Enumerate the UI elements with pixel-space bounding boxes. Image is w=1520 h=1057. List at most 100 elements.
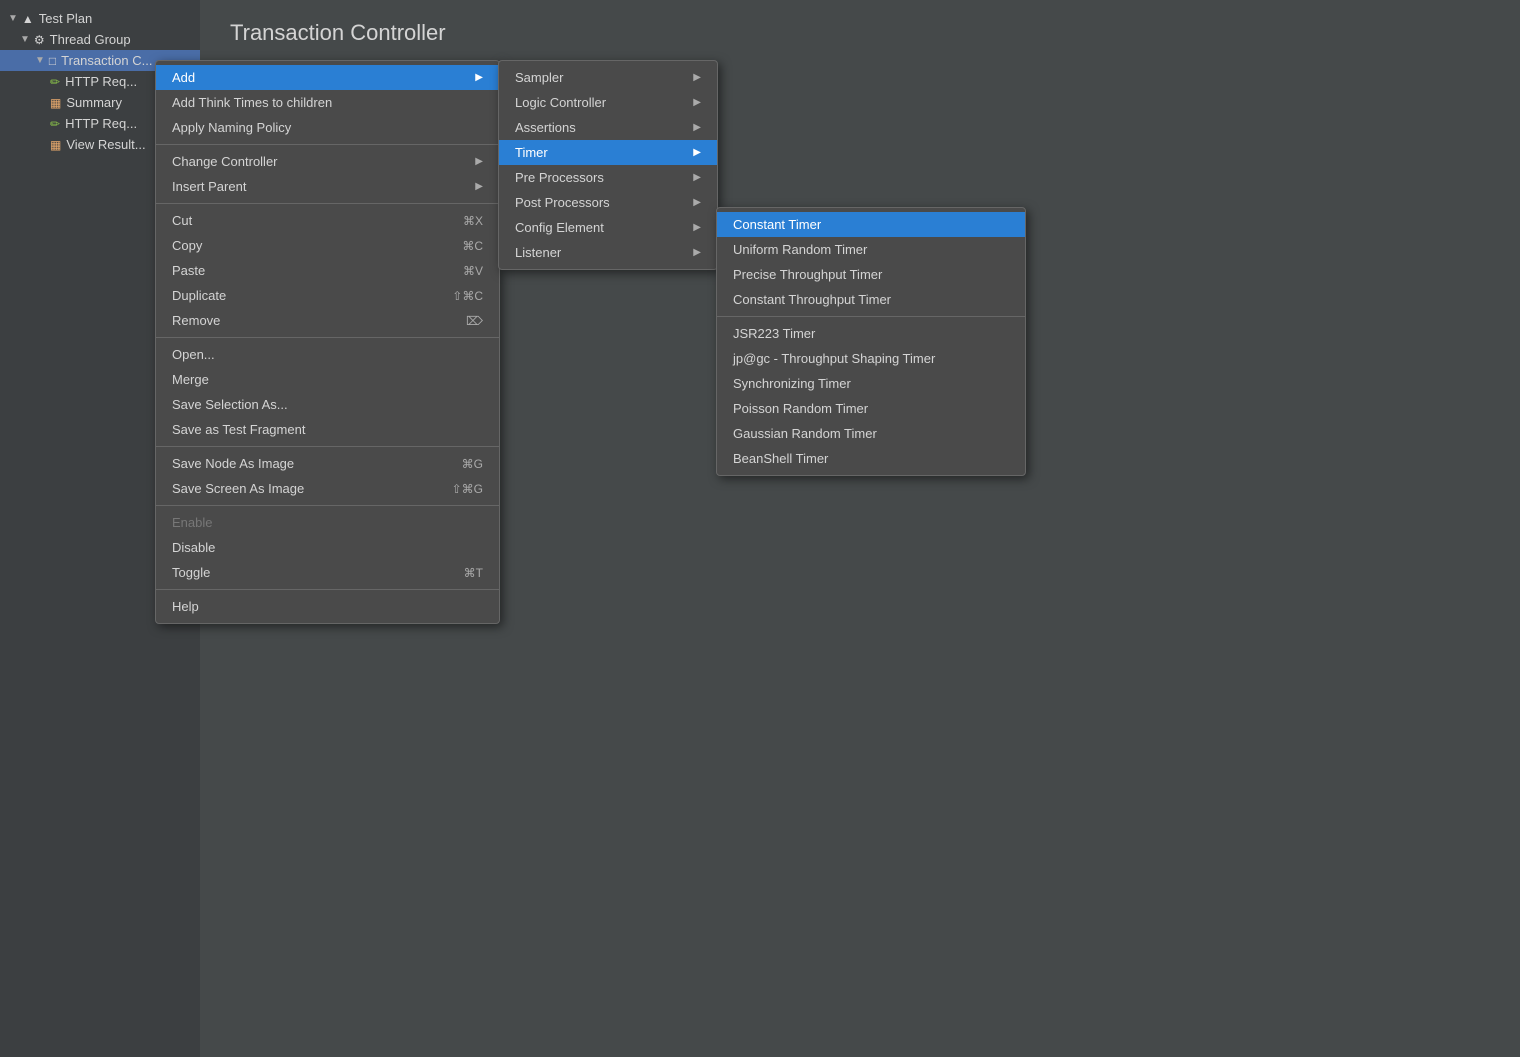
menu-item-save-node-as-image-label: Save Node As Image [172,456,294,471]
summary-label: Summary [66,95,122,110]
menu-item-constant-timer[interactable]: Constant Timer [717,212,1025,237]
menu-item-jsr223-timer[interactable]: JSR223 Timer [717,321,1025,346]
copy-shortcut: ⌘C [462,239,483,253]
menu-item-save-node-as-image[interactable]: Save Node As Image ⌘G [156,451,499,476]
http-req-2-label: HTTP Req... [65,116,137,131]
expand-arrow: ▼ [8,13,18,24]
menu-item-constant-throughput-timer[interactable]: Constant Throughput Timer [717,287,1025,312]
menu-item-duplicate[interactable]: Duplicate ⇧⌘C [156,283,499,308]
menu-item-assertions[interactable]: Assertions ▶ [499,115,717,140]
submenu-arrow-add: ▶ [475,72,483,83]
menu-item-cut[interactable]: Cut ⌘X [156,208,499,233]
menu-item-remove[interactable]: Remove ⌦ [156,308,499,333]
menu-item-save-screen-as-image[interactable]: Save Screen As Image ⇧⌘G [156,476,499,501]
menu-item-assertions-label: Assertions [515,120,576,135]
menu-item-add[interactable]: Add ▶ [156,65,499,90]
menu-item-post-processors-label: Post Processors [515,195,610,210]
menu-item-apply-naming[interactable]: Apply Naming Policy [156,115,499,140]
menu-item-uniform-random-timer[interactable]: Uniform Random Timer [717,237,1025,262]
submenu-arrow-config: ▶ [693,222,701,233]
menu-item-enable-label: Enable [172,515,212,530]
menu-item-pre-processors[interactable]: Pre Processors ▶ [499,165,717,190]
menu-item-logic-controller[interactable]: Logic Controller ▶ [499,90,717,115]
menu-item-gaussian-random-timer[interactable]: Gaussian Random Timer [717,421,1025,446]
menu-item-save-as-test-fragment-label: Save as Test Fragment [172,422,305,437]
save-node-shortcut: ⌘G [462,457,483,471]
menu-item-precise-throughput-timer-label: Precise Throughput Timer [733,267,882,282]
menu-item-cut-label: Cut [172,213,192,228]
menu-item-poisson-random-timer-label: Poisson Random Timer [733,401,868,416]
menu-item-disable-label: Disable [172,540,215,555]
menu-item-remove-label: Remove [172,313,220,328]
menu-item-help[interactable]: Help [156,594,499,619]
save-screen-shortcut: ⇧⌘G [452,482,483,496]
cut-shortcut: ⌘X [463,214,483,228]
transaction-controller-label: Transaction C... [61,53,152,68]
menu-item-timer[interactable]: Timer ▶ [499,140,717,165]
expand-arrow-3: ▼ [35,55,45,66]
menu-item-toggle-label: Toggle [172,565,210,580]
menu-item-insert-parent[interactable]: Insert Parent ▶ [156,174,499,199]
menu-item-constant-throughput-timer-label: Constant Throughput Timer [733,292,891,307]
expand-arrow-2: ▼ [20,34,30,45]
menu-item-listener[interactable]: Listener ▶ [499,240,717,265]
menu-item-logic-controller-label: Logic Controller [515,95,606,110]
menu-item-save-selection-as-label: Save Selection As... [172,397,288,412]
submenu-arrow-assertions: ▶ [693,122,701,133]
tree-item-thread-group[interactable]: ▼ ⚙ Thread Group [0,29,200,50]
menu-item-toggle[interactable]: Toggle ⌘T [156,560,499,585]
menu-item-disable[interactable]: Disable [156,535,499,560]
submenu-arrow-pre: ▶ [693,172,701,183]
menu-item-insert-parent-label: Insert Parent [172,179,246,194]
paste-shortcut: ⌘V [463,264,483,278]
http-req-1-label: HTTP Req... [65,74,137,89]
separator-4 [156,446,499,447]
http-req-icon-1: ✏ [50,75,60,89]
menu-item-merge-label: Merge [172,372,209,387]
menu-item-sampler-label: Sampler [515,70,563,85]
menu-item-precise-throughput-timer[interactable]: Precise Throughput Timer [717,262,1025,287]
menu-item-beanshell-timer[interactable]: BeanShell Timer [717,446,1025,471]
menu-item-save-as-test-fragment[interactable]: Save as Test Fragment [156,417,499,442]
menu-item-change-controller-label: Change Controller [172,154,278,169]
remove-shortcut: ⌦ [466,314,483,328]
menu-item-constant-timer-label: Constant Timer [733,217,821,232]
separator-1 [156,144,499,145]
menu-item-add-think-times[interactable]: Add Think Times to children [156,90,499,115]
menu-item-apply-naming-label: Apply Naming Policy [172,120,291,135]
menu-item-copy[interactable]: Copy ⌘C [156,233,499,258]
menu-item-synchronizing-timer-label: Synchronizing Timer [733,376,851,391]
menu-item-merge[interactable]: Merge [156,367,499,392]
submenu-arrow-listener: ▶ [693,247,701,258]
menu-item-sampler[interactable]: Sampler ▶ [499,65,717,90]
menu-item-uniform-random-timer-label: Uniform Random Timer [733,242,867,257]
duplicate-shortcut: ⇧⌘C [452,289,483,303]
submenu-arrow-timer: ▶ [693,147,701,158]
menu-item-synchronizing-timer[interactable]: Synchronizing Timer [717,371,1025,396]
menu-item-config-element-label: Config Element [515,220,604,235]
menu-item-open[interactable]: Open... [156,342,499,367]
menu-item-config-element[interactable]: Config Element ▶ [499,215,717,240]
toggle-shortcut: ⌘T [464,566,483,580]
transaction-controller-icon: □ [49,54,56,68]
menu-item-poisson-random-timer[interactable]: Poisson Random Timer [717,396,1025,421]
summary-icon: ▦ [50,96,61,110]
menu-item-help-label: Help [172,599,199,614]
menu-item-change-controller[interactable]: Change Controller ▶ [156,149,499,174]
menu-item-jpgc-timer[interactable]: jp@gc - Throughput Shaping Timer [717,346,1025,371]
menu-item-open-label: Open... [172,347,215,362]
menu-item-enable: Enable [156,510,499,535]
separator-3 [156,337,499,338]
menu-item-jsr223-timer-label: JSR223 Timer [733,326,815,341]
separator-6 [156,589,499,590]
menu-item-save-screen-as-image-label: Save Screen As Image [172,481,304,496]
thread-group-label: Thread Group [50,32,131,47]
menu-item-post-processors[interactable]: Post Processors ▶ [499,190,717,215]
menu-item-gaussian-random-timer-label: Gaussian Random Timer [733,426,877,441]
menu-item-save-selection-as[interactable]: Save Selection As... [156,392,499,417]
menu-item-copy-label: Copy [172,238,202,253]
menu-item-paste[interactable]: Paste ⌘V [156,258,499,283]
menu-item-duplicate-label: Duplicate [172,288,226,303]
menu-item-listener-label: Listener [515,245,561,260]
tree-item-test-plan[interactable]: ▼ ▲ Test Plan [0,8,200,29]
